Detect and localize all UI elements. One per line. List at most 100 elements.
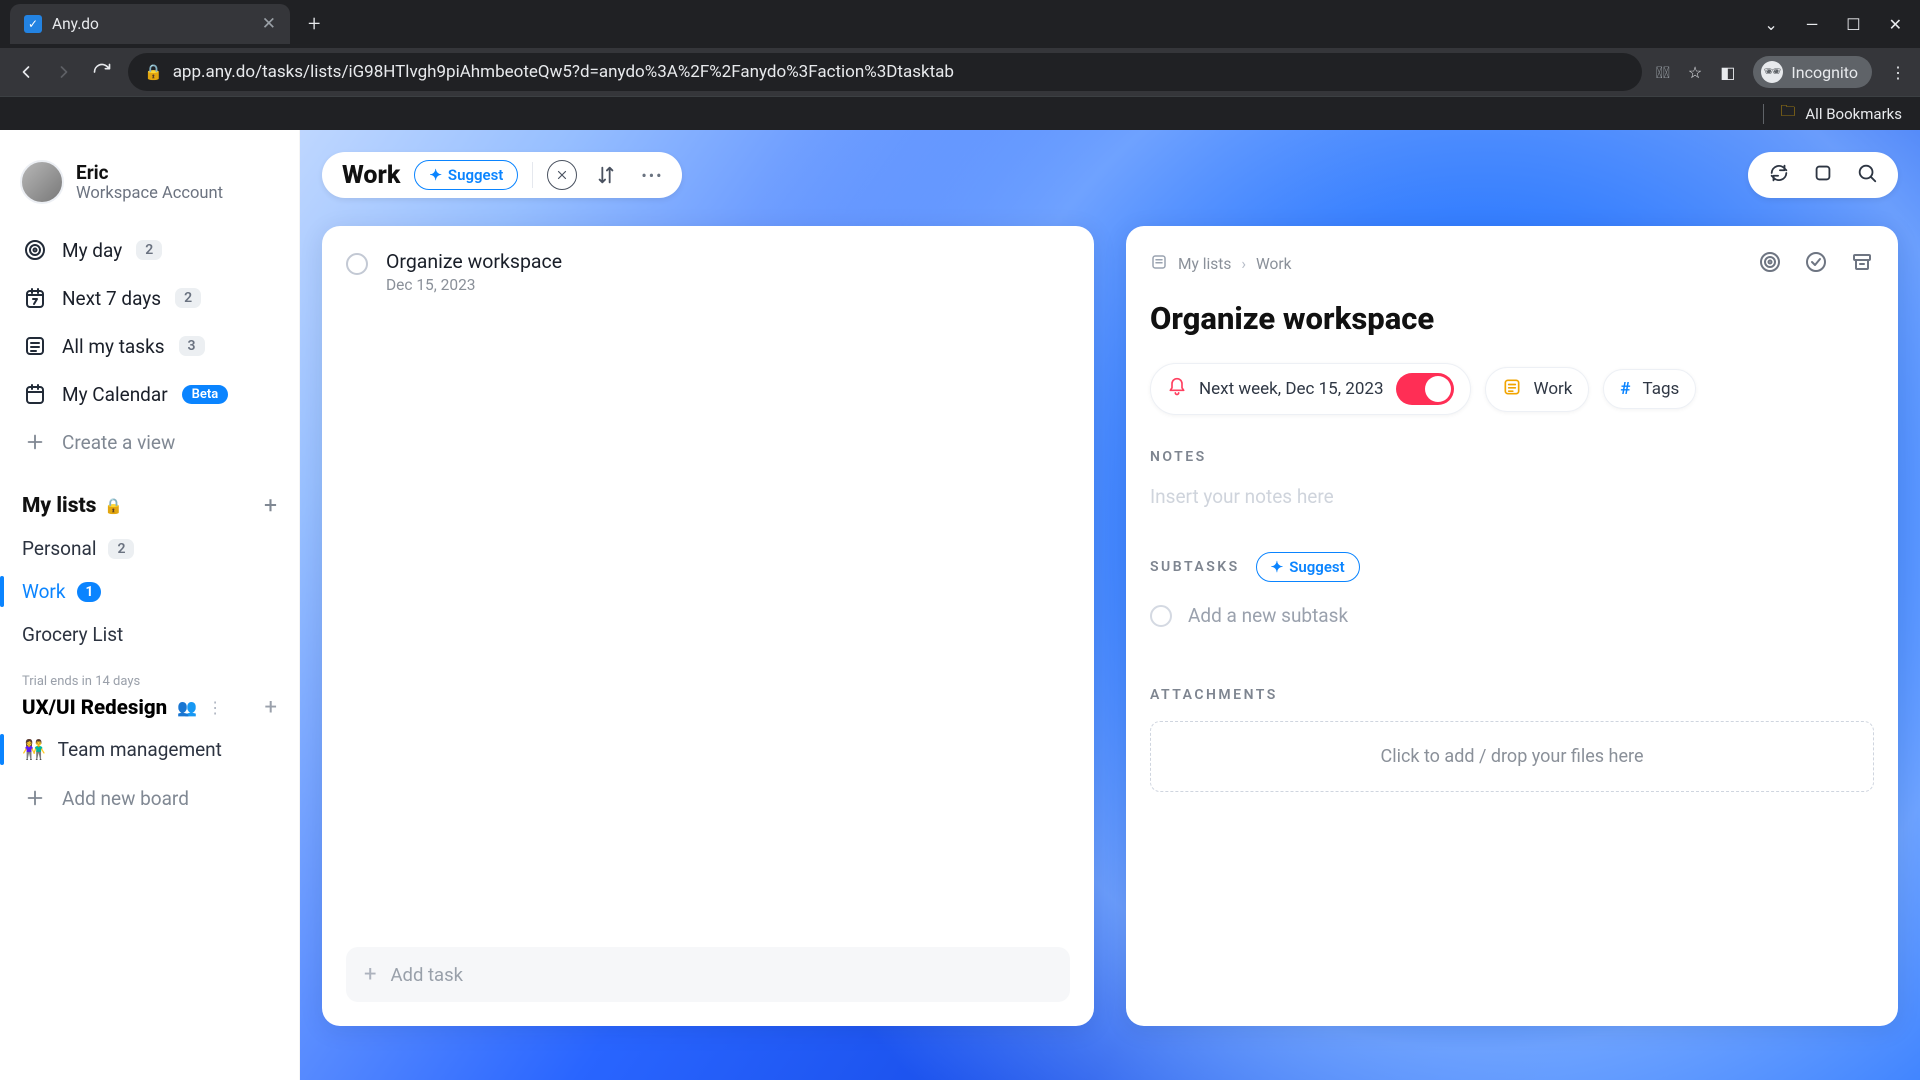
suggest-label: Suggest: [1289, 558, 1344, 576]
calendar-7-icon: [22, 285, 48, 311]
suggest-button[interactable]: ✦ Suggest: [414, 160, 518, 190]
beta-badge: Beta: [182, 385, 229, 404]
bookmarks-folder-icon: 🗀: [1780, 101, 1795, 126]
workspace-name: UX/UI Redesign: [22, 696, 167, 720]
trial-notice: Trial ends in 14 days: [12, 656, 287, 689]
window-close-icon[interactable]: ✕: [1889, 15, 1902, 34]
nav-create-view[interactable]: Create a view: [12, 418, 287, 466]
window-minimize-icon[interactable]: —: [1806, 15, 1819, 34]
breadcrumb-icon: [1150, 253, 1168, 275]
add-list-button[interactable]: +: [264, 492, 277, 519]
new-tab-button[interactable]: +: [308, 12, 320, 37]
current-list-title: Work: [342, 161, 400, 190]
workspace-menu-icon[interactable]: ⋮: [207, 698, 223, 717]
nav-label: My Calendar: [62, 383, 168, 406]
nav-next-7-days[interactable]: Next 7 days 2: [12, 274, 287, 322]
browser-tab[interactable]: ✓ Any.do ✕: [10, 4, 290, 44]
sidepanel-icon[interactable]: ◧: [1720, 63, 1735, 82]
back-button[interactable]: [14, 60, 38, 84]
my-lists-header: My lists🔒 +: [12, 466, 287, 527]
hashtag-icon: #: [1620, 379, 1630, 399]
task-title: Organize workspace: [386, 250, 562, 273]
subtask-checkbox[interactable]: [1150, 605, 1172, 627]
forward-button[interactable]: [52, 60, 76, 84]
list-work[interactable]: Work 1: [12, 570, 287, 613]
all-bookmarks-link[interactable]: All Bookmarks: [1805, 105, 1902, 123]
attachments-dropzone[interactable]: Click to add / drop your files here: [1150, 721, 1874, 792]
add-subtask-input[interactable]: Add a new subtask: [1150, 604, 1874, 627]
tab-search-icon[interactable]: ⌄: [1764, 15, 1777, 34]
sparkle-icon: ✦: [429, 166, 442, 184]
incognito-indicator[interactable]: 🕶 Incognito: [1753, 56, 1872, 88]
plus-icon: +: [364, 962, 376, 987]
reload-button[interactable]: [90, 60, 114, 84]
list-icon: [1502, 377, 1522, 402]
reminder-text: Next week, Dec 15, 2023: [1199, 379, 1384, 399]
sync-icon[interactable]: [1768, 162, 1790, 188]
suggest-label: Suggest: [448, 166, 503, 184]
add-board-plus[interactable]: +: [265, 695, 277, 720]
breadcrumb-list[interactable]: Work: [1256, 255, 1291, 273]
board-emoji: 👫: [22, 738, 46, 761]
nav-my-day[interactable]: My day 2: [12, 226, 287, 274]
incognito-icon: 🕶: [1761, 61, 1783, 83]
list-personal[interactable]: Personal 2: [12, 527, 287, 570]
count-badge: 2: [108, 539, 134, 559]
nav-label: Next 7 days: [62, 287, 161, 310]
breadcrumb-root[interactable]: My lists: [1178, 255, 1231, 273]
window-maximize-icon[interactable]: ☐: [1846, 15, 1860, 34]
notes-label: NOTES: [1150, 449, 1874, 465]
reminder-toggle[interactable]: [1396, 373, 1454, 405]
complete-icon[interactable]: [1804, 250, 1828, 278]
breadcrumb-separator: ›: [1241, 255, 1246, 273]
bell-icon: [1167, 377, 1187, 402]
nav-all-tasks[interactable]: All my tasks 3: [12, 322, 287, 370]
board-team-management[interactable]: 👫 Team management: [12, 728, 287, 771]
chrome-menu-icon[interactable]: ⋮: [1890, 63, 1906, 82]
add-new-board[interactable]: Add new board: [12, 771, 287, 822]
task-row[interactable]: Organize workspace Dec 15, 2023: [346, 250, 1070, 294]
lock-icon: 🔒: [144, 63, 163, 81]
account-header[interactable]: Eric Workspace Account: [12, 154, 287, 226]
people-icon: 👥: [177, 698, 197, 717]
task-checkbox[interactable]: [346, 253, 368, 275]
archive-icon[interactable]: [1850, 250, 1874, 278]
tab-close-icon[interactable]: ✕: [262, 14, 276, 34]
sort-button[interactable]: [591, 160, 621, 190]
divider: [532, 162, 533, 188]
list-chip[interactable]: Work: [1485, 367, 1590, 412]
list-label: Grocery List: [22, 623, 123, 646]
task-detail-panel: My lists › Work Organize workspace Next …: [1126, 226, 1898, 1026]
bookmark-star-icon[interactable]: ☆: [1688, 63, 1702, 82]
subtasks-suggest-button[interactable]: ✦ Suggest: [1256, 552, 1360, 582]
add-task-input[interactable]: + Add task: [346, 947, 1070, 1002]
plus-icon: [22, 785, 48, 811]
list-grocery[interactable]: Grocery List: [12, 613, 287, 656]
nav-label: All my tasks: [62, 335, 165, 358]
detail-title[interactable]: Organize workspace: [1150, 300, 1874, 337]
nav-label: My day: [62, 239, 122, 262]
anydo-favicon: ✓: [24, 15, 42, 33]
list-label: Personal: [22, 537, 96, 560]
sidebar: Eric Workspace Account My day 2 Next 7 d…: [0, 130, 300, 1080]
task-list-panel: Organize workspace Dec 15, 2023 ⬉ + Add …: [322, 226, 1094, 1026]
account-type: Workspace Account: [76, 184, 223, 203]
search-icon[interactable]: [1856, 162, 1878, 188]
clear-filter-button[interactable]: [547, 160, 577, 190]
reminder-chip[interactable]: Next week, Dec 15, 2023: [1150, 363, 1471, 415]
nav-label: Create a view: [62, 431, 175, 454]
nav-calendar[interactable]: My Calendar Beta: [12, 370, 287, 418]
list-toolbar: Work ✦ Suggest •••: [322, 152, 1898, 198]
bookmarks-bar: 🗀 All Bookmarks: [0, 96, 1920, 130]
workspace-header: UX/UI Redesign 👥 ⋮ +: [12, 689, 287, 728]
incognito-label: Incognito: [1791, 63, 1858, 82]
more-options-button[interactable]: •••: [635, 166, 669, 185]
notes-input[interactable]: Insert your notes here: [1150, 485, 1874, 508]
focus-icon[interactable]: [1758, 250, 1782, 278]
tags-chip[interactable]: # Tags: [1603, 369, 1696, 409]
tab-title: Any.do: [52, 15, 99, 33]
address-bar[interactable]: 🔒 app.any.do/tasks/lists/iG98HTlvgh9piAh…: [128, 53, 1642, 91]
stop-icon[interactable]: [1812, 162, 1834, 188]
add-board-label: Add new board: [62, 787, 189, 810]
eye-blocked-icon[interactable]: 👁̷: [1656, 63, 1670, 82]
